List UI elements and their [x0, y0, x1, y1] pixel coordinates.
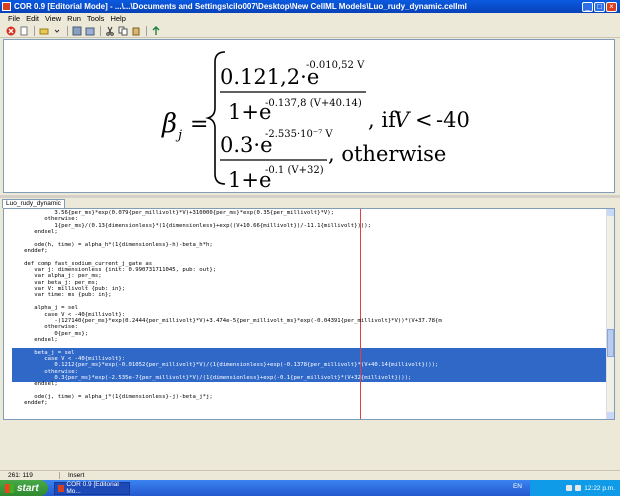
stop-icon[interactable]	[5, 25, 16, 36]
scroll-down-button[interactable]	[607, 412, 614, 419]
menu-edit[interactable]: Edit	[26, 14, 39, 23]
pane-splitter[interactable]	[0, 195, 620, 198]
case1-numerator: 0.121,2·e	[220, 65, 319, 89]
equals-sign: =	[190, 112, 208, 137]
toolbar-separator	[34, 25, 35, 36]
run-icon[interactable]	[150, 25, 161, 36]
case2-denominator-exponent: -0.1 (V+32)	[265, 165, 324, 176]
menu-run[interactable]: Run	[67, 14, 81, 23]
close-button[interactable]: ×	[606, 1, 617, 12]
vertical-scrollbar[interactable]	[606, 209, 614, 419]
math-view: β j = 0.121,2·e -0.010,52 V 1+e -0.137,8…	[3, 39, 615, 193]
language-indicator[interactable]: EN	[513, 483, 522, 490]
window-title: COR 0.9 [Editorial Mode] - ...\...\Docum…	[14, 2, 467, 11]
save-icon[interactable]	[71, 25, 82, 36]
app-icon	[58, 484, 65, 492]
menu-bar: File Edit View Run Tools Help	[0, 13, 620, 24]
window-titlebar[interactable]: COR 0.9 [Editorial Mode] - ...\...\Docum…	[0, 0, 620, 13]
code-editor[interactable]: 3.56{per_ms}*exp(0.079{per_millivolt}*V)…	[3, 208, 615, 420]
edit-mode: Insert	[68, 472, 85, 479]
case1-condition-value: -40	[436, 108, 470, 132]
case1-numerator-exponent: -0.010,52 V	[306, 60, 365, 71]
toolbar-separator	[67, 25, 68, 36]
paste-icon[interactable]	[130, 25, 141, 36]
windows-flag-icon	[5, 483, 14, 493]
cut-icon[interactable]	[104, 25, 115, 36]
new-file-icon[interactable]	[18, 25, 29, 36]
toolbar-separator	[146, 25, 147, 36]
menu-help[interactable]: Help	[110, 14, 125, 23]
status-bar: 261: 119 Insert	[0, 470, 620, 480]
toolbar	[0, 24, 620, 38]
case1-condition-variable: V	[394, 108, 411, 132]
code-line[interactable]: -(127140{per_ms}*exp(0.2444{per_millivol…	[14, 318, 441, 324]
code-line[interactable]: 0.3{per_ms}*exp(-2.535e-7{per_millivolt}…	[14, 375, 442, 381]
save-all-icon[interactable]	[84, 25, 95, 36]
equation-lhs: β	[161, 109, 177, 139]
scroll-up-button[interactable]	[607, 209, 614, 216]
beta-j-equation: β j = 0.121,2·e -0.010,52 V 1+e -0.137,8…	[161, 51, 470, 192]
code-text[interactable]: 3.56{per_ms}*exp(0.079{per_millivolt}*V)…	[14, 210, 442, 407]
minimize-button[interactable]: _	[582, 1, 593, 12]
toolbar-separator	[100, 25, 101, 36]
open-folder-icon[interactable]	[38, 25, 49, 36]
taskbar-item-label: COR 0.9 [Editorial Mo...	[66, 481, 119, 495]
menu-tools[interactable]: Tools	[87, 14, 105, 23]
system-tray: EN 12:22 p.m.	[513, 480, 620, 496]
chevron-down-icon[interactable]	[51, 25, 62, 36]
case1-denominator-exponent: -0.137,8 (V+40.14)	[265, 98, 362, 109]
start-label: start	[17, 482, 39, 494]
app-icon	[2, 2, 11, 11]
copy-icon[interactable]	[117, 25, 128, 36]
code-line[interactable]: enddef;	[14, 400, 442, 406]
taskbar: start COR 0.9 [Editorial Mo... EN 12:22 …	[0, 480, 620, 496]
cursor-position: 261: 119	[0, 472, 60, 479]
code-line[interactable]: 0.1212{per_ms}*exp(-0.01052{per_millivol…	[14, 362, 442, 368]
maximize-button[interactable]: □	[594, 1, 605, 12]
menu-view[interactable]: View	[45, 14, 61, 23]
start-button[interactable]: start	[0, 480, 48, 496]
case1-condition-operator: <	[415, 108, 433, 132]
case2-numerator-exponent: -2.535·10⁻⁷ V	[265, 129, 333, 140]
tray-icon[interactable]	[575, 485, 582, 491]
clock: 12:22 p.m.	[584, 484, 615, 492]
case2-condition-text: , otherwise	[328, 142, 446, 166]
tray-icon[interactable]	[566, 485, 573, 491]
tab-document[interactable]: Luo_rudy_dynamic	[2, 199, 65, 208]
scroll-thumb[interactable]	[607, 329, 614, 357]
taskbar-item-cor[interactable]: COR 0.9 [Editorial Mo...	[54, 481, 130, 495]
menu-file[interactable]: File	[8, 14, 20, 23]
